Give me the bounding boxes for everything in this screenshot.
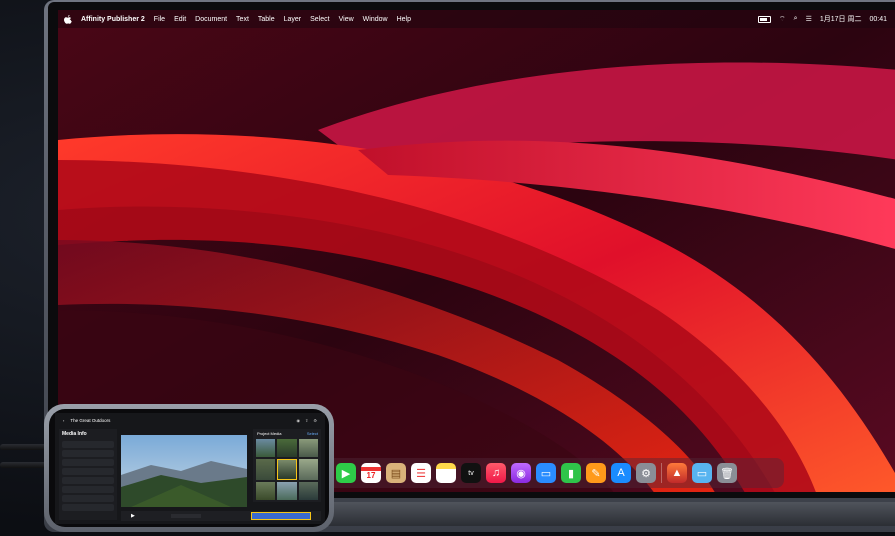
facetime-icon[interactable]: ▶ — [336, 463, 356, 483]
media-thumbnail[interactable] — [256, 459, 276, 480]
timeline[interactable]: ▶ — [121, 511, 321, 521]
iphone: ‹ The Great Outdoors ◉ ⇧ ⚙ Media Info Pr… — [44, 404, 334, 532]
apple-tv-icon[interactable]: tv — [461, 463, 481, 483]
wifi-icon[interactable]: ⌔ — [779, 15, 786, 24]
play-icon[interactable]: ▶ — [131, 513, 135, 519]
inspector-row[interactable] — [62, 486, 114, 493]
media-thumbnail[interactable] — [298, 481, 318, 500]
inspector-row[interactable] — [62, 477, 114, 484]
music-icon[interactable]: ♫ — [486, 463, 506, 483]
camera-icon[interactable]: ◉ — [297, 418, 301, 423]
inspector-row[interactable] — [62, 495, 114, 502]
keynote-icon[interactable]: ▭ — [536, 463, 556, 483]
menu-table[interactable]: Table — [258, 16, 275, 23]
numbers-icon[interactable]: ▮ — [561, 463, 581, 483]
app-store-icon[interactable]: A — [611, 463, 631, 483]
timeline-clip[interactable] — [251, 512, 311, 520]
macos-menubar: Affinity Publisher 2 File Edit Document … — [58, 10, 895, 28]
menu-layer[interactable]: Layer — [284, 16, 302, 23]
trash-icon[interactable]: 🗑 — [717, 463, 737, 483]
select-button[interactable]: Select — [307, 431, 318, 436]
media-thumbnail[interactable] — [298, 459, 318, 480]
inspector-row[interactable] — [62, 504, 114, 511]
menubar-date[interactable]: 1月17日 周二 — [820, 14, 862, 24]
notes-icon[interactable]: ▤ — [386, 463, 406, 483]
calendar-icon[interactable]: 17 — [361, 463, 381, 483]
menu-text[interactable]: Text — [236, 16, 249, 23]
inspector-title: Media Info — [62, 431, 87, 437]
timecode — [171, 514, 201, 518]
media-thumbnail[interactable] — [277, 459, 297, 480]
fcp-topbar: ‹ The Great Outdoors ◉ ⇧ ⚙ — [55, 413, 325, 427]
search-icon[interactable]: ⌕ — [794, 15, 798, 23]
pages-icon[interactable]: ✎ — [586, 463, 606, 483]
media-thumbnail[interactable] — [277, 481, 297, 500]
iphone-screen: ‹ The Great Outdoors ◉ ⇧ ⚙ Media Info Pr… — [49, 409, 329, 527]
media-grid — [256, 439, 318, 500]
menu-edit[interactable]: Edit — [174, 16, 186, 23]
inspector-row[interactable] — [62, 459, 114, 466]
media-thumbnail[interactable] — [298, 439, 318, 458]
back-icon[interactable]: ‹ — [63, 418, 64, 423]
media-thumbnail[interactable] — [256, 481, 276, 500]
reminders-icon[interactable]: ☰ — [411, 463, 431, 483]
menu-file[interactable]: File — [154, 16, 165, 23]
notes-yellow-icon[interactable] — [436, 463, 456, 483]
inspector-panel: Media Info — [59, 429, 117, 520]
inspector-row[interactable] — [62, 468, 114, 475]
media-thumbnail[interactable] — [277, 439, 297, 458]
project-title: The Great Outdoors — [70, 417, 111, 423]
final-cut-app: ‹ The Great Outdoors ◉ ⇧ ⚙ Media Info Pr… — [55, 413, 325, 524]
usb-cable — [0, 462, 48, 468]
viewer-frame — [121, 435, 247, 507]
share-icon[interactable]: ⇧ — [305, 418, 308, 423]
finder-folder-icon[interactable]: ▭ — [692, 463, 712, 483]
system-settings-icon[interactable]: ⚙ — [636, 463, 656, 483]
apple-logo-icon[interactable] — [64, 14, 72, 24]
menu-app-name[interactable]: Affinity Publisher 2 — [81, 16, 145, 23]
project-media-browser: Project Media Select — [253, 429, 321, 502]
inspector-row[interactable] — [62, 450, 114, 457]
inspector-row[interactable] — [62, 441, 114, 448]
macos-dock: ▶ 17 ▤ ☰ tv ♫ ◉ ▭ ▮ ✎ A ⚙ ▲ ▭ 🗑 — [316, 458, 784, 488]
usb-cable — [0, 444, 48, 450]
media-thumbnail[interactable] — [256, 439, 276, 458]
affinity-publisher-icon[interactable]: ▲ — [667, 463, 687, 483]
video-viewer[interactable] — [121, 435, 247, 507]
menu-view[interactable]: View — [339, 16, 354, 23]
battery-icon[interactable] — [758, 15, 772, 23]
menu-select[interactable]: Select — [310, 16, 329, 23]
menu-help[interactable]: Help — [397, 16, 411, 23]
dock-divider — [661, 463, 662, 483]
menu-window[interactable]: Window — [363, 16, 388, 23]
control-center-icon[interactable]: ☰ — [806, 15, 812, 23]
podcasts-icon[interactable]: ◉ — [511, 463, 531, 483]
calendar-day: 17 — [366, 470, 376, 480]
settings-icon[interactable]: ⚙ — [313, 418, 317, 423]
menubar-time[interactable]: 00:41 — [869, 16, 887, 23]
menu-document[interactable]: Document — [195, 16, 227, 23]
